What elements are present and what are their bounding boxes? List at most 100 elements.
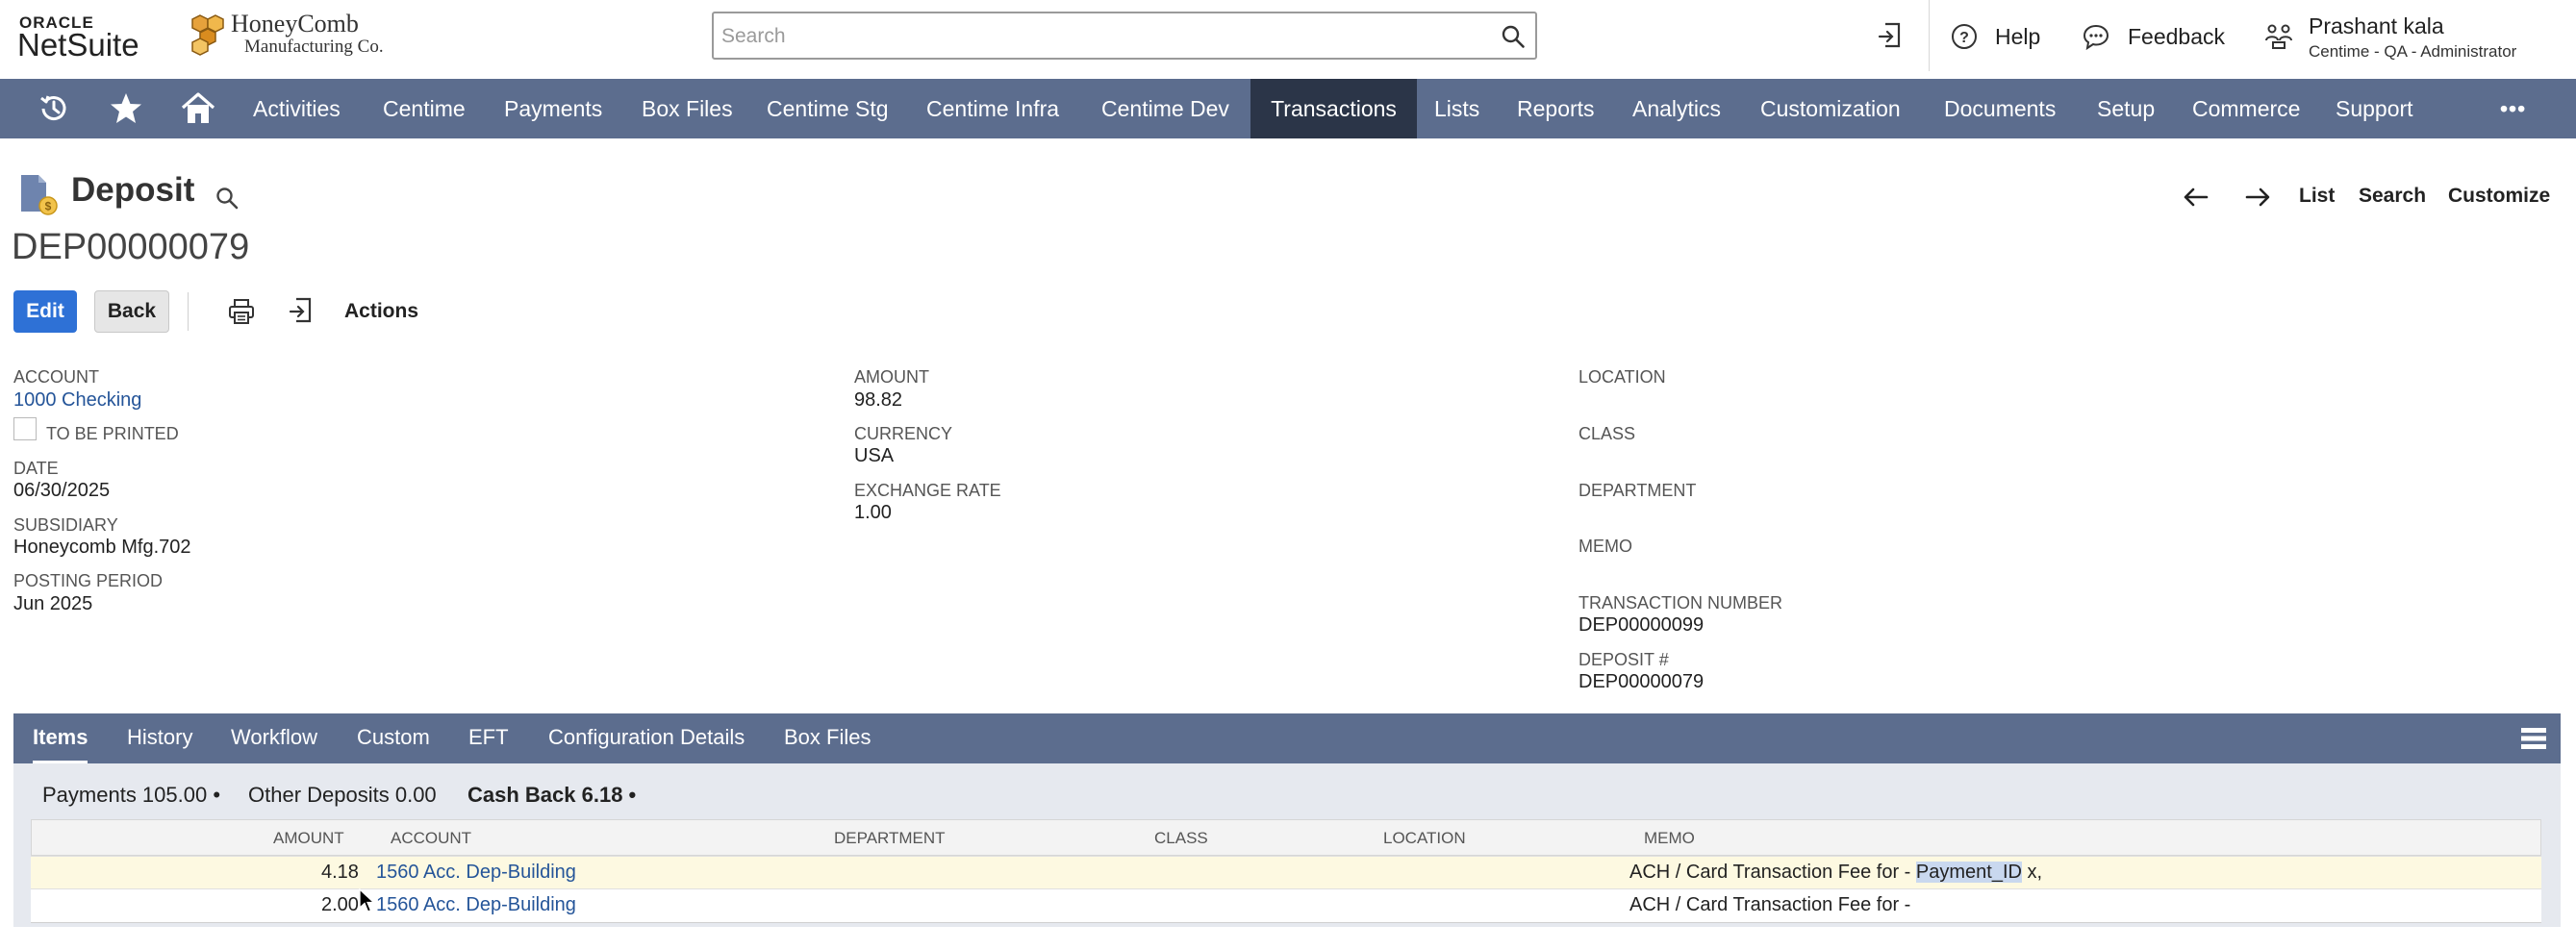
column-header-class: CLASS [1154, 829, 1208, 847]
table-row[interactable]: 4.18 1560 Acc. Dep-Building ACH / Card T… [31, 856, 2541, 889]
sublist-tab-payments[interactable]: Payments 105.00 • [42, 783, 220, 808]
column-header-memo: MEMO [1644, 829, 1695, 847]
user-role[interactable]: Centime - QA - Administrator [2309, 42, 2516, 62]
deposit-number-label: DEPOSIT # [1578, 650, 1669, 669]
row-memo: ACH / Card Transaction Fee for - [1629, 894, 1911, 915]
row-account-link[interactable]: 1560 Acc. Dep-Building [376, 894, 576, 916]
memo-label: MEMO [1578, 537, 1632, 556]
nav-commerce[interactable]: Commerce [2192, 79, 2300, 138]
main-navigation: Activities Centime Payments Box Files Ce… [0, 79, 2576, 138]
currency-label: CURRENCY [854, 424, 953, 443]
account-value-link[interactable]: 1000 Checking [13, 389, 141, 412]
row-account-link[interactable]: 1560 Acc. Dep-Building [376, 862, 576, 884]
record-search-icon[interactable] [215, 186, 240, 211]
recent-records-icon[interactable] [1878, 21, 1905, 50]
column-header-account: ACCOUNT [391, 829, 472, 847]
nav-box-files[interactable]: Box Files [642, 79, 733, 138]
location-label: LOCATION [1578, 367, 1666, 387]
subtab-workflow[interactable]: Workflow [231, 713, 317, 763]
exchange-rate-value: 1.00 [854, 502, 892, 523]
home-icon[interactable] [180, 90, 216, 127]
transaction-number-value: DEP00000099 [1578, 614, 1705, 636]
previous-record-arrow-icon[interactable] [2184, 187, 2209, 208]
nav-customization[interactable]: Customization [1760, 79, 1901, 138]
nav-lists[interactable]: Lists [1434, 79, 1479, 138]
amount-value: 98.82 [854, 389, 903, 411]
sublist-tab-other-deposits[interactable]: Other Deposits 0.00 [248, 783, 437, 808]
company-subtitle: Manufacturing Co. [244, 37, 384, 57]
subtab-box-files[interactable]: Box Files [784, 713, 871, 763]
nav-reports[interactable]: Reports [1517, 79, 1595, 138]
company-name: HoneyComb [231, 10, 359, 38]
deposit-record-icon: $ [21, 175, 58, 215]
currency-value: USA [854, 445, 895, 466]
posting-period-label: POSTING PERIOD [13, 571, 164, 590]
to-be-printed-label: TO BE PRINTED [46, 424, 179, 443]
subtab-configuration-details[interactable]: Configuration Details [548, 713, 745, 763]
memo-text-suffix: x, [2021, 862, 2043, 883]
customize-link[interactable]: Customize [2448, 185, 2550, 208]
nav-documents[interactable]: Documents [1944, 79, 2056, 138]
nav-centime[interactable]: Centime [383, 79, 466, 138]
help-icon[interactable]: ? [1951, 23, 1978, 50]
sublist-tab-cash-back[interactable]: Cash Back 6.18 • [467, 783, 636, 808]
svg-text:$: $ [45, 200, 52, 213]
nav-support[interactable]: Support [2336, 79, 2413, 138]
netsuite-logo[interactable]: NetSuite [17, 27, 139, 63]
transaction-number-label: TRANSACTION NUMBER [1578, 593, 1783, 612]
search-link[interactable]: Search [2359, 185, 2426, 208]
subsidiary-value: Honeycomb Mfg.702 [13, 537, 191, 558]
nav-analytics[interactable]: Analytics [1632, 79, 1721, 138]
subtab-custom[interactable]: Custom [357, 713, 430, 763]
transaction-id: DEP00000079 [12, 227, 250, 267]
row-amount: 2.00 [321, 894, 359, 915]
nav-centime-infra[interactable]: Centime Infra [926, 79, 1059, 138]
actions-menu[interactable]: Actions [344, 300, 418, 323]
subtab-history[interactable]: History [127, 713, 192, 763]
nav-payments[interactable]: Payments [504, 79, 602, 138]
exchange-rate-label: EXCHANGE RATE [854, 481, 1001, 500]
header-divider [1929, 0, 1930, 71]
subtab-items[interactable]: Items [33, 713, 88, 763]
row-amount: 4.18 [321, 862, 359, 883]
collapse-menu-icon[interactable] [2520, 727, 2547, 750]
go-to-register-icon[interactable] [289, 296, 316, 325]
column-header-amount: AMOUNT [273, 829, 344, 847]
favorites-star-icon[interactable] [108, 90, 144, 127]
department-label: DEPARTMENT [1578, 481, 1697, 500]
role-switch-icon[interactable] [2264, 21, 2293, 50]
back-button[interactable]: Back [94, 290, 169, 333]
table-row[interactable]: 2.00 1560 Acc. Dep-Building ACH / Card T… [31, 888, 2541, 923]
date-label: DATE [13, 459, 59, 478]
help-link[interactable]: Help [1995, 24, 2040, 50]
global-search-input[interactable] [720, 21, 1474, 52]
feedback-icon[interactable] [2082, 23, 2110, 50]
mouse-cursor-icon [359, 888, 376, 912]
nav-activities[interactable]: Activities [253, 79, 341, 138]
nav-setup[interactable]: Setup [2097, 79, 2155, 138]
global-search [712, 12, 1537, 60]
page-title: Deposit [71, 171, 195, 209]
deposit-number-value: DEP00000079 [1578, 671, 1705, 692]
user-name[interactable]: Prashant kala [2309, 13, 2444, 39]
recent-history-icon[interactable] [36, 90, 72, 127]
column-header-location: LOCATION [1383, 829, 1466, 847]
feedback-link[interactable]: Feedback [2128, 24, 2225, 50]
subtab-eft[interactable]: EFT [468, 713, 509, 763]
next-record-arrow-icon[interactable] [2245, 187, 2270, 208]
nav-more-menu[interactable]: ••• [2500, 79, 2526, 138]
list-link[interactable]: List [2299, 185, 2335, 208]
print-icon[interactable] [227, 298, 256, 325]
amount-label: AMOUNT [854, 367, 929, 387]
nav-centime-stg[interactable]: Centime Stg [767, 79, 889, 138]
nav-centime-dev[interactable]: Centime Dev [1101, 79, 1229, 138]
search-icon[interactable] [1501, 24, 1526, 49]
memo-text: ACH / Card Transaction Fee for - [1629, 862, 1916, 883]
nav-transactions[interactable]: Transactions [1250, 79, 1417, 138]
to-be-printed-checkbox[interactable] [13, 417, 37, 440]
edit-button[interactable]: Edit [13, 290, 77, 333]
subtab-bar: Items History Workflow Custom EFT Config… [13, 713, 2561, 763]
date-value: 06/30/2025 [13, 480, 111, 501]
column-header-department: DEPARTMENT [834, 829, 946, 847]
account-label: ACCOUNT [13, 367, 99, 387]
